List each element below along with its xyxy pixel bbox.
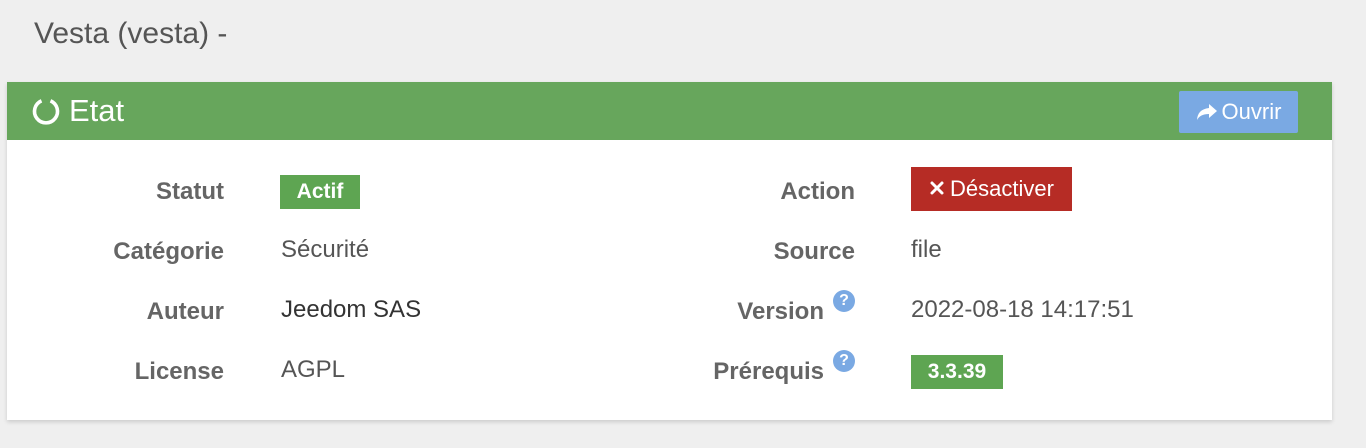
deactivate-button[interactable]: Désactiver (911, 167, 1072, 211)
version-help-icon[interactable]: ? (833, 290, 855, 312)
page-title: Vesta (vesta) - (34, 17, 228, 50)
auteur-value: Jeedom SAS (281, 296, 422, 323)
source-value: file (911, 236, 942, 263)
share-arrow-icon (1196, 103, 1218, 121)
license-label: License (134, 358, 224, 385)
panel-title: Etat (69, 93, 125, 128)
categorie-value: Sécurité (281, 236, 370, 263)
action-label: Action (780, 178, 855, 205)
prerequis-badge: 3.3.39 (911, 355, 1003, 389)
license-value: AGPL (281, 356, 346, 383)
version-label: Version (737, 298, 824, 325)
circle-notch-icon (31, 96, 61, 126)
categorie-label: Catégorie (113, 238, 224, 265)
status-panel: Etat Ouvrir Statut Actif Catégorie Sécur… (7, 82, 1332, 420)
prerequis-help-icon[interactable]: ? (833, 350, 855, 372)
auteur-label: Auteur (146, 298, 224, 325)
open-button-label: Ouvrir (1221, 99, 1282, 124)
panel-header: Etat Ouvrir (7, 82, 1332, 140)
prerequis-label: Prérequis (713, 358, 824, 385)
times-icon (929, 176, 945, 202)
source-label: Source (773, 238, 855, 265)
statut-label: Statut (156, 178, 224, 205)
deactivate-button-label: Désactiver (950, 176, 1054, 201)
open-button[interactable]: Ouvrir (1179, 91, 1298, 133)
version-value: 2022-08-18 14:17:51 (911, 296, 1134, 323)
status-badge: Actif (280, 175, 360, 209)
